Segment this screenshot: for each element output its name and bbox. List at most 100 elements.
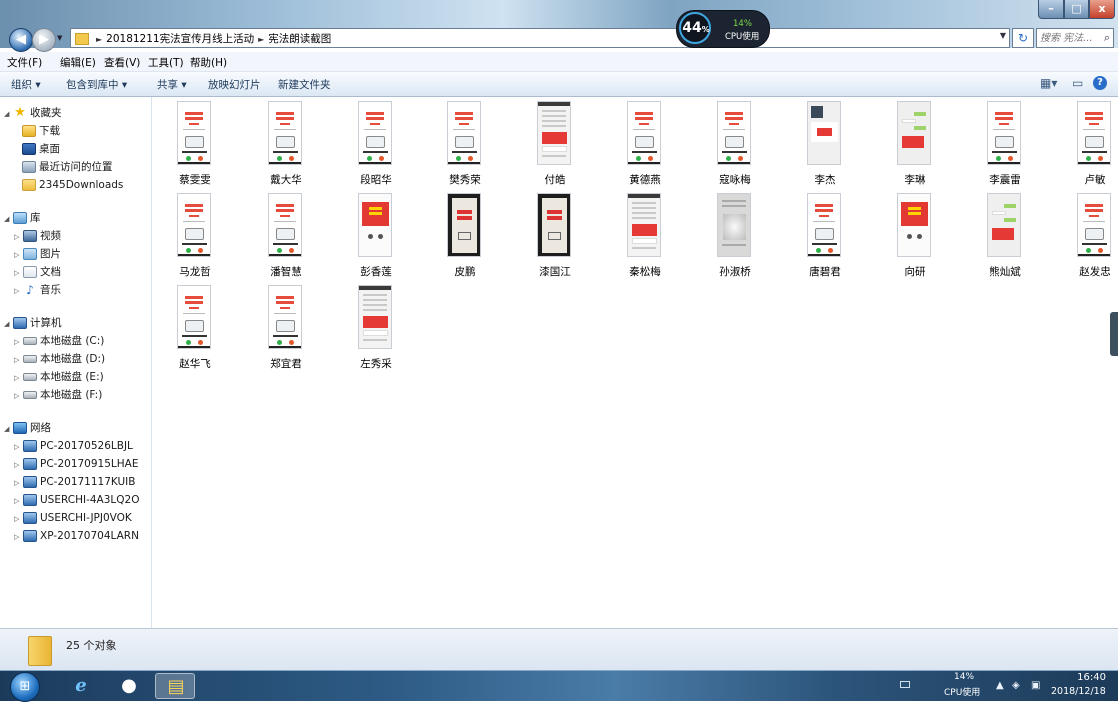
- expand-arrow-icon[interactable]: ▷: [14, 457, 23, 474]
- expand-arrow-icon[interactable]: ▷: [14, 388, 23, 405]
- file-name[interactable]: 寇咏梅: [692, 172, 778, 187]
- image-thumbnail[interactable]: [358, 193, 392, 257]
- collapse-arrow-icon[interactable]: ◢: [4, 421, 13, 438]
- file-name[interactable]: 漆国江: [512, 264, 598, 279]
- file-name[interactable]: 赵发忠: [1052, 264, 1118, 279]
- file-name[interactable]: 付皓: [512, 172, 598, 187]
- nav-item-videos[interactable]: ▷ 视频: [14, 228, 61, 245]
- file-item[interactable]: 左秀采: [333, 281, 413, 373]
- image-thumbnail[interactable]: [897, 193, 931, 257]
- image-thumbnail[interactable]: [717, 101, 751, 165]
- forward-button[interactable]: ▶: [32, 28, 56, 52]
- file-item[interactable]: 彭香莲: [333, 189, 413, 281]
- image-thumbnail[interactable]: [177, 285, 211, 349]
- file-name[interactable]: 皮鹏: [422, 264, 508, 279]
- side-handle[interactable]: [1110, 312, 1118, 356]
- nav-computer[interactable]: ◢ 计算机: [4, 315, 62, 332]
- taskbar-app-internet-explorer[interactable]: e: [61, 673, 101, 699]
- file-item[interactable]: 戴大华: [243, 97, 323, 189]
- file-name[interactable]: 潘智慧: [243, 264, 329, 279]
- nav-item-pictures[interactable]: ▷ 图片: [14, 246, 61, 263]
- breadcrumb-item-current[interactable]: 宪法朗读截图: [268, 33, 331, 45]
- file-item[interactable]: 卢敏: [1052, 97, 1118, 189]
- share-button[interactable]: 共享 ▾: [157, 77, 187, 92]
- image-thumbnail[interactable]: [268, 285, 302, 349]
- nav-item-network-pc[interactable]: ▷ USERCHI-4A3LQ2O: [14, 492, 139, 509]
- image-thumbnail[interactable]: [177, 193, 211, 257]
- refresh-button[interactable]: ↻: [1012, 28, 1034, 48]
- keyboard-icon[interactable]: [900, 681, 910, 688]
- menu-file[interactable]: 文件(F): [7, 55, 42, 70]
- collapse-arrow-icon[interactable]: ◢: [4, 316, 13, 333]
- nav-item-drive-e[interactable]: ▷ 本地磁盘 (E:): [14, 369, 104, 386]
- expand-arrow-icon[interactable]: ▷: [14, 229, 23, 246]
- expand-arrow-icon[interactable]: ▷: [14, 475, 23, 492]
- file-item[interactable]: 漆国江: [512, 189, 592, 281]
- file-name[interactable]: 熊灿斌: [962, 264, 1048, 279]
- file-item[interactable]: 皮鹏: [422, 189, 502, 281]
- image-thumbnail[interactable]: [1077, 193, 1111, 257]
- expand-arrow-icon[interactable]: ▷: [14, 493, 23, 510]
- start-button[interactable]: ⊞: [10, 672, 40, 702]
- expand-arrow-icon[interactable]: ▷: [14, 283, 23, 300]
- file-item[interactable]: 李琳: [872, 97, 952, 189]
- nav-libraries[interactable]: ◢ 库: [4, 210, 41, 227]
- help-icon[interactable]: ?: [1093, 76, 1107, 90]
- nav-item-recent[interactable]: 最近访问的位置: [22, 159, 113, 176]
- nav-network[interactable]: ◢ 网络: [4, 420, 51, 437]
- file-item[interactable]: 唐碧君: [782, 189, 862, 281]
- close-button[interactable]: x: [1089, 0, 1115, 19]
- nav-item-network-pc[interactable]: ▷ PC-20170915LHAE: [14, 456, 138, 473]
- file-name[interactable]: 樊秀荣: [422, 172, 508, 187]
- image-thumbnail[interactable]: [358, 101, 392, 165]
- new-folder-button[interactable]: 新建文件夹: [278, 77, 331, 92]
- image-thumbnail[interactable]: [1077, 101, 1111, 165]
- nav-item-2345downloads[interactable]: 2345Downloads: [22, 177, 123, 194]
- organize-button[interactable]: 组织 ▾: [11, 77, 41, 92]
- file-name[interactable]: 戴大华: [243, 172, 329, 187]
- image-thumbnail[interactable]: [268, 101, 302, 165]
- image-thumbnail[interactable]: [807, 193, 841, 257]
- breadcrumb-separator-icon[interactable]: ►: [258, 35, 264, 44]
- file-item[interactable]: 向研: [872, 189, 952, 281]
- file-item[interactable]: 李震雷: [962, 97, 1042, 189]
- file-name[interactable]: 向研: [872, 264, 958, 279]
- menu-view[interactable]: 查看(V): [104, 55, 140, 70]
- security-shield-icon[interactable]: ◈: [1012, 680, 1020, 691]
- file-item[interactable]: 赵华飞: [152, 281, 232, 373]
- nav-item-documents[interactable]: ▷ 文档: [14, 264, 61, 281]
- change-view-icon[interactable]: ▦▾: [1040, 76, 1057, 90]
- nav-item-network-pc[interactable]: ▷ PC-20171117KUIB: [14, 474, 135, 491]
- file-item[interactable]: 孙淑桥: [692, 189, 772, 281]
- search-box[interactable]: ⌕: [1036, 28, 1114, 48]
- file-name[interactable]: 黄德燕: [602, 172, 688, 187]
- file-item[interactable]: 郑宜君: [243, 281, 323, 373]
- recent-pages-dropdown[interactable]: ▼: [57, 34, 65, 44]
- nav-item-network-pc[interactable]: ▷ PC-20170526LBJL: [14, 438, 133, 455]
- image-thumbnail[interactable]: [177, 101, 211, 165]
- search-input[interactable]: [1037, 29, 1103, 47]
- taskbar-app-qq[interactable]: ●: [109, 673, 149, 699]
- expand-arrow-icon[interactable]: ▷: [14, 247, 23, 264]
- menu-tools[interactable]: 工具(T): [148, 55, 184, 70]
- file-item[interactable]: 马龙哲: [152, 189, 232, 281]
- network-status-icon[interactable]: ▣: [1031, 680, 1040, 691]
- file-name[interactable]: 马龙哲: [152, 264, 238, 279]
- maximize-button[interactable]: □: [1064, 0, 1089, 19]
- expand-arrow-icon[interactable]: ▷: [14, 511, 23, 528]
- file-item[interactable]: 付皓: [512, 97, 592, 189]
- clock-time[interactable]: 16:40: [1064, 672, 1106, 683]
- address-bar[interactable]: ► 20181211宪法宣传月线上活动 ► 宪法朗读截图 ▼: [70, 28, 1010, 48]
- breadcrumb-item-parent[interactable]: 20181211宪法宣传月线上活动: [106, 33, 254, 45]
- file-name[interactable]: 蔡雯雯: [152, 172, 238, 187]
- file-item[interactable]: 寇咏梅: [692, 97, 772, 189]
- file-name[interactable]: 李琳: [872, 172, 958, 187]
- nav-item-downloads[interactable]: 下载: [22, 123, 60, 140]
- file-item[interactable]: 潘智慧: [243, 189, 323, 281]
- image-thumbnail[interactable]: [897, 101, 931, 165]
- file-item[interactable]: 段昭华: [333, 97, 413, 189]
- file-name[interactable]: 卢敏: [1052, 172, 1118, 187]
- expand-arrow-icon[interactable]: ▷: [14, 529, 23, 546]
- file-name[interactable]: 李杰: [782, 172, 868, 187]
- file-item[interactable]: 李杰: [782, 97, 862, 189]
